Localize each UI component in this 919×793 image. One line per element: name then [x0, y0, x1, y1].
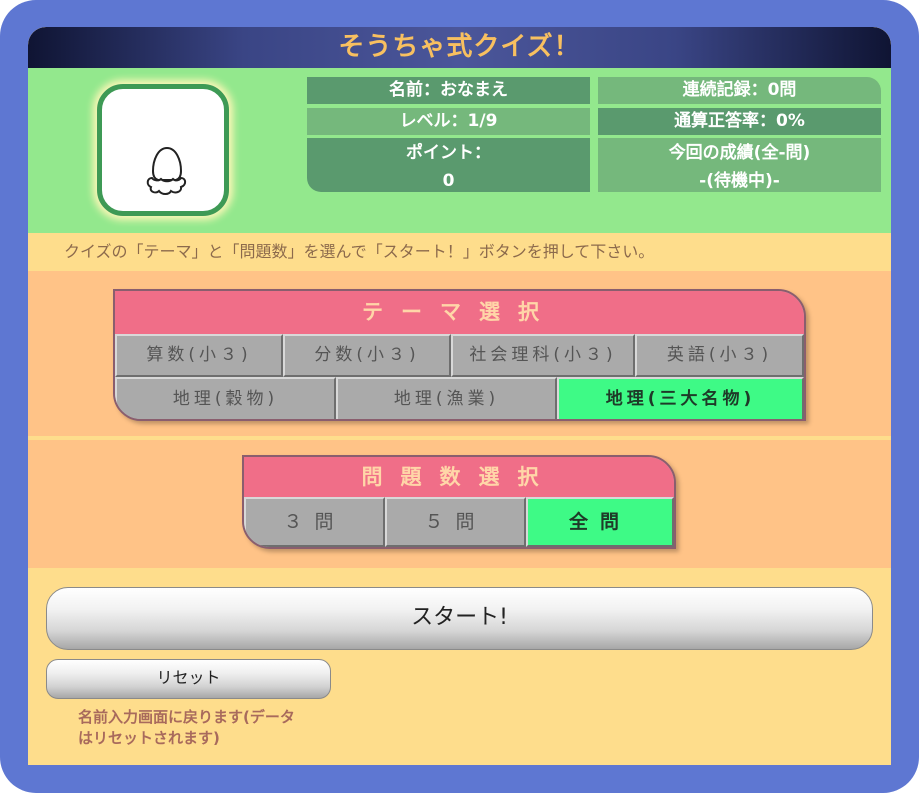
app-title: そうちゃ式クイズ！ [28, 27, 891, 68]
points-box: ポイント： 0 [307, 138, 590, 192]
result-value: -(待機中)- [699, 171, 780, 191]
question-count-section: 問題数選択 ３問 ５問 全問 [28, 440, 891, 568]
reset-button[interactable]: リセット [46, 659, 331, 699]
theme-option-fractions[interactable]: 分数(小３) [283, 334, 451, 377]
theme-option-english[interactable]: 英語(小３) [635, 334, 804, 377]
egg-icon [146, 146, 187, 195]
points-label: ポイント： [406, 143, 491, 163]
accuracy-display: 通算正答率：0% [598, 108, 881, 135]
theme-panel: テーマ選択 算数(小３) 分数(小３) 社会理科(小３) 英語(小３) 地理(穀… [113, 289, 806, 421]
quiz-app: そうちゃ式クイズ！ 名前：おなまえ 連続記録：0問 レベル：1/9 通算正答率：… [28, 27, 891, 765]
count-option-all[interactable]: 全問 [526, 497, 674, 547]
player-name: 名前：おなまえ [307, 77, 590, 104]
theme-option-geo-specialties[interactable]: 地理(三大名物) [557, 377, 804, 419]
status-panel: 名前：おなまえ 連続記録：0問 レベル：1/9 通算正答率：0% ポイント： 0… [28, 68, 891, 233]
question-count-heading: 問題数選択 [244, 457, 674, 497]
result-label: 今回の成績(全-問) [668, 143, 811, 163]
theme-heading: テーマ選択 [115, 291, 804, 334]
instruction-text: クイズの「テーマ」と「問題数」を選んで「スタート！」ボタンを押して下さい。 [28, 233, 891, 271]
count-option-3[interactable]: ３問 [244, 497, 385, 547]
avatar [97, 84, 229, 216]
points-value: 0 [442, 171, 455, 191]
theme-option-social-science[interactable]: 社会理科(小３) [451, 334, 635, 377]
start-button[interactable]: スタート! [46, 587, 873, 650]
question-count-panel: 問題数選択 ３問 ５問 全問 [242, 455, 676, 549]
theme-option-math[interactable]: 算数(小３) [115, 334, 283, 377]
reset-note: 名前入力画面に戻ります(データはリセットされます) [78, 708, 295, 747]
level-display: レベル：1/9 [307, 108, 590, 135]
count-option-5[interactable]: ５問 [385, 497, 526, 547]
streak-record: 連続記録：0問 [598, 77, 881, 104]
theme-option-geo-fishery[interactable]: 地理(漁業) [336, 377, 557, 419]
result-box: 今回の成績(全-問) -(待機中)- [598, 138, 881, 192]
theme-section: テーマ選択 算数(小３) 分数(小３) 社会理科(小３) 英語(小３) 地理(穀… [28, 271, 891, 436]
theme-option-geo-grain[interactable]: 地理(穀物) [115, 377, 336, 419]
